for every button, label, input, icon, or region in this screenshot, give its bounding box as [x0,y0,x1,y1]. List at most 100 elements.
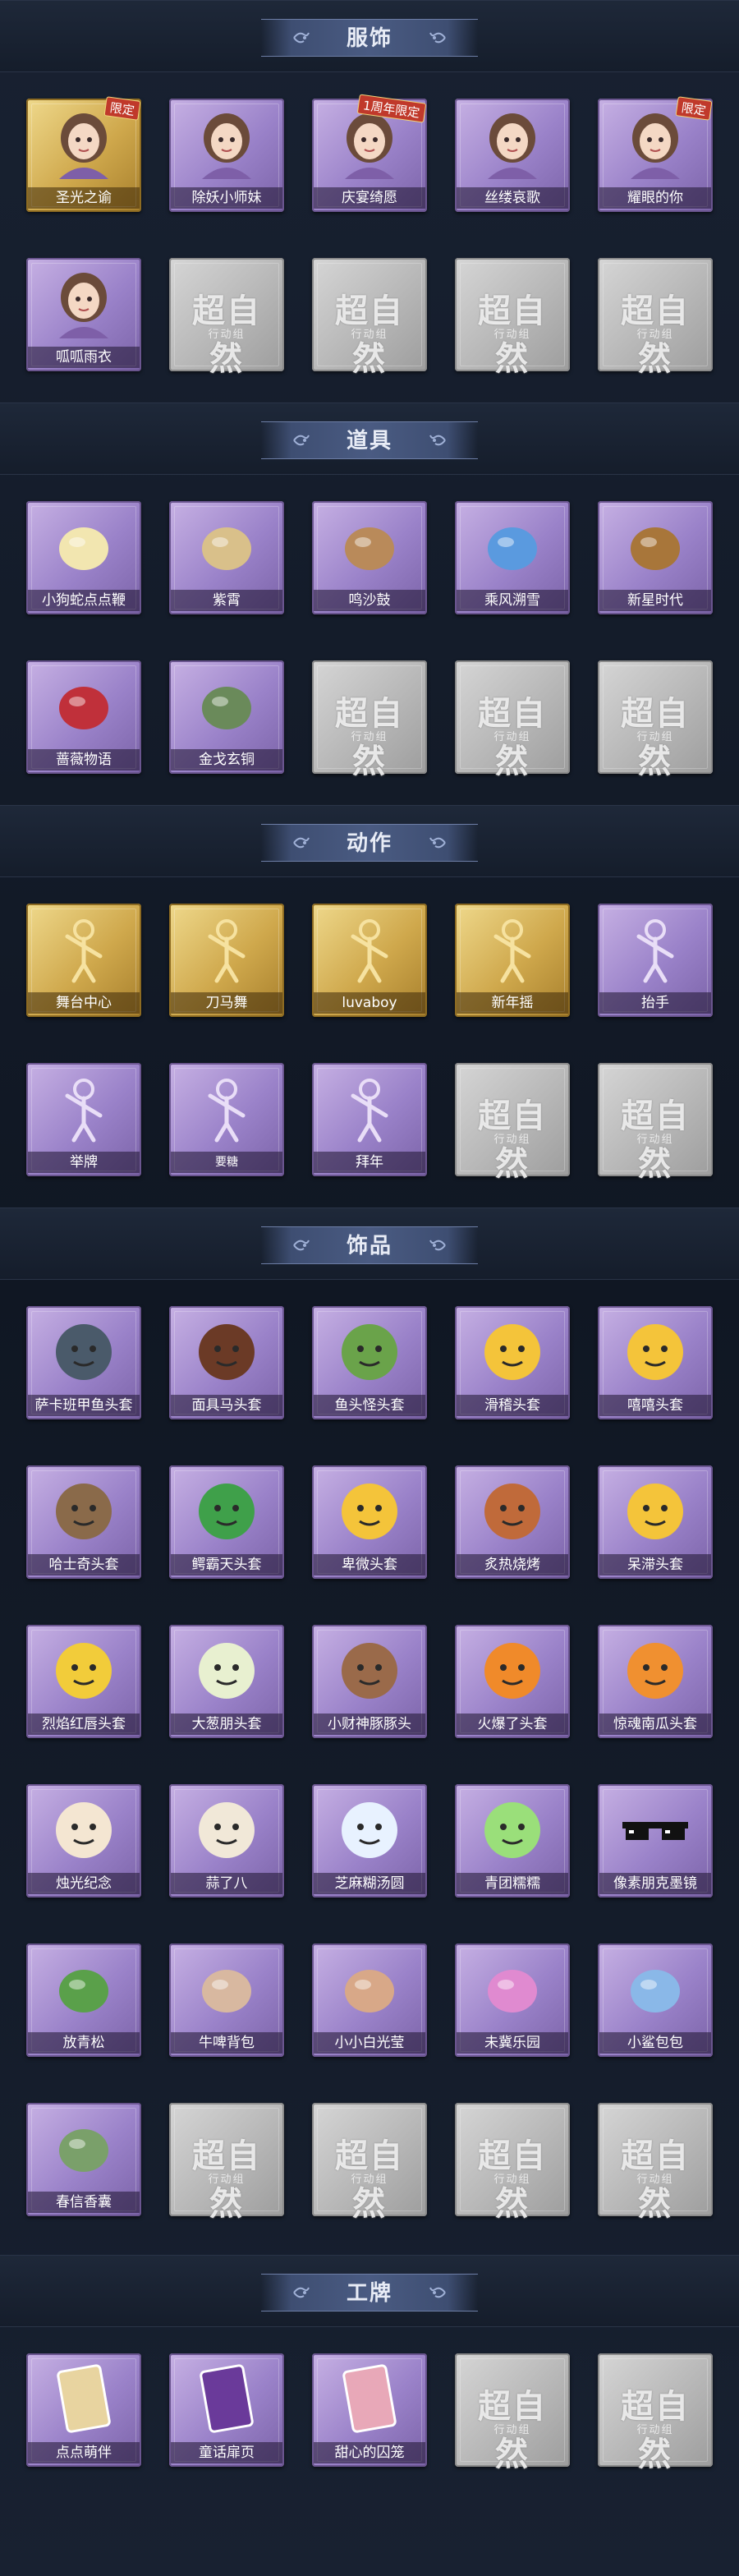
dumpling-head-icon [328,1794,411,1865]
item-card[interactable]: 庆宴绮愿 1周年限定 [310,94,429,214]
pose-icon [328,913,411,984]
empty-slot: 超自然 行动组 [453,1061,571,1183]
item-card[interactable]: 鱼头怪头套 [310,1304,429,1421]
item-card[interactable]: 紫霄 [168,499,286,616]
item-card[interactable]: 放青松 [25,1942,143,2058]
item-card[interactable]: 甜心的囚笼 [310,2352,429,2468]
item-name: 小财神豚豚头 [314,1714,425,1735]
item-card[interactable]: 举牌 [25,1061,143,1178]
item-card[interactable]: 春信香囊 [25,2101,143,2218]
item-card[interactable]: 蔷薇物语 [25,659,143,775]
item-card[interactable]: 烈焰红唇头套 [25,1623,143,1740]
section-banner: 饰品 [261,1226,478,1264]
item-card[interactable]: 小狗蛇点点鞭 [25,499,143,616]
item-card[interactable]: 烛光纪念 [25,1782,143,1899]
item-name: 嘻嘻头套 [599,1395,711,1416]
item-card[interactable]: 青团糯糯 [453,1782,571,1899]
item-card[interactable]: 刀马舞 [168,902,286,1019]
fairy-pendant-icon [471,1953,553,2024]
cow-backpack-icon [186,1953,268,2024]
limited-badge: 限定 [675,96,713,121]
item-card[interactable]: 卑微头套 [310,1464,429,1580]
item-card[interactable]: 童话扉页 [168,2352,286,2468]
section-banner: 道具 [261,421,478,459]
capybara-head-icon [328,1635,411,1705]
item-card[interactable]: 哈士奇头套 [25,1464,143,1580]
section-header: 饰品 [0,1208,739,1280]
item-card[interactable]: 呆滞头套 [596,1464,714,1580]
empty-slot: 超自然 行动组 [168,256,286,378]
watermark-subtitle: 行动组 [351,731,388,743]
item-name: luvaboy [314,992,425,1014]
watermark-subtitle: 行动组 [493,2424,531,2436]
watermark-subtitle: 行动组 [351,329,388,341]
collection-page: 服饰 圣光之谕 限定 除妖小师妹 庆宴绮愿 1周年限定 丝缕哀歌 耀眼的你 限定 呱呱雨衣 超自然行… [0,0,739,2576]
empty-slot: 超自然 行动组 [596,659,714,780]
item-card[interactable]: 小小白光莹 [310,1942,429,2058]
empty-slot: 超自然 行动组 [453,659,571,780]
item-name: 滑稽头套 [457,1395,568,1416]
item-name: 呆滞头套 [599,1554,711,1576]
item-card[interactable]: 点点萌伴 [25,2352,143,2468]
item-card[interactable]: 拜年 [310,1061,429,1178]
pose-icon [471,913,553,984]
item-card[interactable]: 芝麻糊汤圆 [310,1782,429,1899]
item-card[interactable]: 丝缕哀歌 [453,97,571,214]
fire-head-icon [471,1635,553,1705]
wings-icon [471,511,553,582]
item-name: 放青松 [28,2032,140,2054]
item-name: 卑微头套 [314,1554,425,1576]
item-card[interactable]: 蒜了八 [168,1782,286,1899]
section-header: 服饰 [0,0,739,72]
item-card[interactable]: 滑稽头套 [453,1304,571,1421]
item-name: 小小白光莹 [314,2032,425,2054]
section-0: 服饰圣光之谕 限定除妖小师妹 庆宴绮愿 1周年限定 丝缕哀歌 耀眼的你 限定呱呱雨衣 超自然行… [0,0,739,416]
section-3: 饰品萨卡班甲鱼头套 面具马头套 鱼头怪头套 滑稽头套 嘻嘻头套哈士奇头套 鳄霸天头套 卑微头… [0,1208,739,2261]
item-card[interactable]: 炙热烧烤 [453,1464,571,1580]
item-card[interactable]: 圣光之谕 限定 [25,96,143,214]
pose-icon [186,913,268,984]
item-card[interactable]: 惊魂南瓜头套 [596,1623,714,1740]
item-name: 春信香囊 [28,2192,140,2213]
item-card[interactable]: 要糖 [168,1061,286,1178]
item-card[interactable]: 面具马头套 [168,1304,286,1421]
item-card[interactable]: 呱呱雨衣 [25,256,143,373]
pumpkin-head-icon [614,1635,696,1705]
item-card[interactable]: 舞台中心 [25,902,143,1019]
section-banner: 工牌 [261,2274,478,2312]
item-name: 火爆了头套 [457,1714,568,1735]
watermark-subtitle: 行动组 [208,2174,246,2186]
item-card[interactable]: 除妖小师妹 [168,97,286,214]
item-card[interactable]: 鳄霸天头套 [168,1464,286,1580]
item-card[interactable]: 牛啤背包 [168,1942,286,2058]
item-card[interactable]: 金戈玄铜 [168,659,286,775]
candle-head-icon [43,1794,125,1865]
item-card[interactable]: 萨卡班甲鱼头套 [25,1304,143,1421]
grin-face-icon [614,1316,696,1387]
item-card[interactable]: 小财神豚豚头 [310,1623,429,1740]
cage-card-icon [328,2363,411,2434]
item-name: 甜心的囚笼 [314,2442,425,2463]
item-card[interactable]: 火爆了头套 [453,1623,571,1740]
item-card[interactable]: 抬手 [596,902,714,1019]
item-card[interactable]: 乘风溯雪 [453,499,571,616]
watermark-subtitle: 行动组 [636,731,674,743]
pikachu-head-icon [43,1635,125,1705]
item-card[interactable]: 像素朋克墨镜 [596,1782,714,1899]
item-name: 小鲨包包 [599,2032,711,2054]
husky-head-icon [43,1475,125,1546]
item-card[interactable]: 耀眼的你 限定 [596,96,714,214]
snake-toy-icon [43,511,125,582]
item-card[interactable]: 大葱朋头套 [168,1623,286,1740]
horse-head-icon [186,1316,268,1387]
item-card[interactable]: luvaboy [310,902,429,1019]
item-card[interactable]: 新星时代 [596,499,714,616]
item-card[interactable]: 嘻嘻头套 [596,1304,714,1421]
item-card[interactable]: 新年摇 [453,902,571,1019]
item-name: 除妖小师妹 [171,187,282,209]
item-card[interactable]: 鸣沙鼓 [310,499,429,616]
section-4: 工牌 点点萌伴 童话扉页 甜心的囚笼 超自然 行动组 超自然 行动组 [0,2255,739,2511]
scallion-head-icon [186,1635,268,1705]
item-card[interactable]: 未冀乐园 [453,1942,571,2058]
item-card[interactable]: 小鲨包包 [596,1942,714,2058]
